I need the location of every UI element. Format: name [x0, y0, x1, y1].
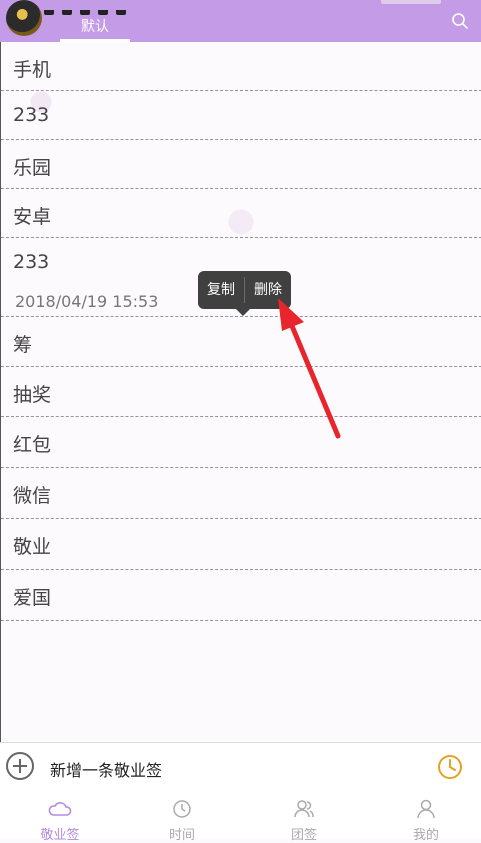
list-item-text: 乐园 — [13, 157, 52, 179]
add-icon[interactable] — [6, 752, 34, 780]
list-item-text: 手机 — [13, 59, 52, 81]
list-item-text: 安卓 — [13, 206, 52, 228]
list-item-timestamp: 2018/04/19 15:53 — [15, 292, 159, 311]
list-item[interactable]: 红包 — [1, 417, 481, 468]
list-item[interactable]: 抽奖 — [1, 367, 481, 417]
list-item-text: 抽奖 — [13, 384, 52, 406]
list-item[interactable]: 233 — [1, 91, 481, 140]
list-item[interactable]: 敬业 — [1, 519, 481, 570]
nav-label: 时间 — [168, 828, 195, 843]
list-item-text: 233 — [13, 251, 50, 273]
clock-icon[interactable] — [437, 754, 463, 780]
list-item[interactable]: 微信 — [1, 468, 481, 519]
team-icon — [294, 800, 314, 818]
add-note-bar: 新增一条敬业签 — [0, 742, 481, 794]
popup-pointer — [236, 309, 250, 316]
list-item-text: 233 — [13, 104, 50, 126]
search-icon[interactable] — [451, 12, 469, 30]
user-icon — [417, 799, 435, 819]
list-item[interactable]: 安卓 — [1, 189, 481, 238]
nav-label: 团签 — [290, 828, 317, 843]
bottom-nav: 敬业签 时间 团签 我的 — [0, 792, 481, 843]
nav-label: 我的 — [412, 828, 439, 843]
tab-default[interactable]: 默认 — [60, 16, 130, 38]
nav-item-time[interactable]: 时间 — [122, 792, 242, 843]
list-item-text: 敬业 — [13, 536, 52, 558]
clock-icon — [173, 800, 191, 818]
top-bar: 默认 — [0, 0, 481, 42]
avatar[interactable] — [6, 0, 42, 36]
list-item[interactable]: 乐园 — [1, 140, 481, 189]
list-item-text: 筹 — [13, 334, 33, 356]
cloud-icon — [48, 802, 72, 816]
nav-label: 敬业签 — [40, 828, 80, 843]
nav-item-team[interactable]: 团签 — [244, 792, 364, 843]
nav-item-mine[interactable]: 我的 — [366, 792, 481, 843]
status-icons — [44, 0, 134, 15]
list-item-text: 微信 — [13, 485, 52, 507]
list-item-text: 红包 — [13, 434, 52, 456]
status-indicators — [381, 0, 441, 4]
add-note-input[interactable]: 新增一条敬业签 — [50, 757, 162, 781]
list-item[interactable]: 爱国 — [1, 570, 481, 621]
copy-button[interactable]: 复制 — [198, 271, 244, 309]
nav-item-jingye[interactable]: 敬业签 — [0, 792, 120, 843]
delete-button[interactable]: 删除 — [245, 271, 291, 309]
list-item[interactable]: 筹 — [1, 317, 481, 367]
list-item[interactable]: 手机 — [1, 42, 481, 91]
note-list: 手机 233 乐园 安卓 233 2018/04/19 15:53 筹 抽奖 红… — [0, 42, 481, 742]
list-item-text: 爱国 — [13, 587, 52, 609]
context-menu: 复制 删除 — [198, 271, 291, 316]
